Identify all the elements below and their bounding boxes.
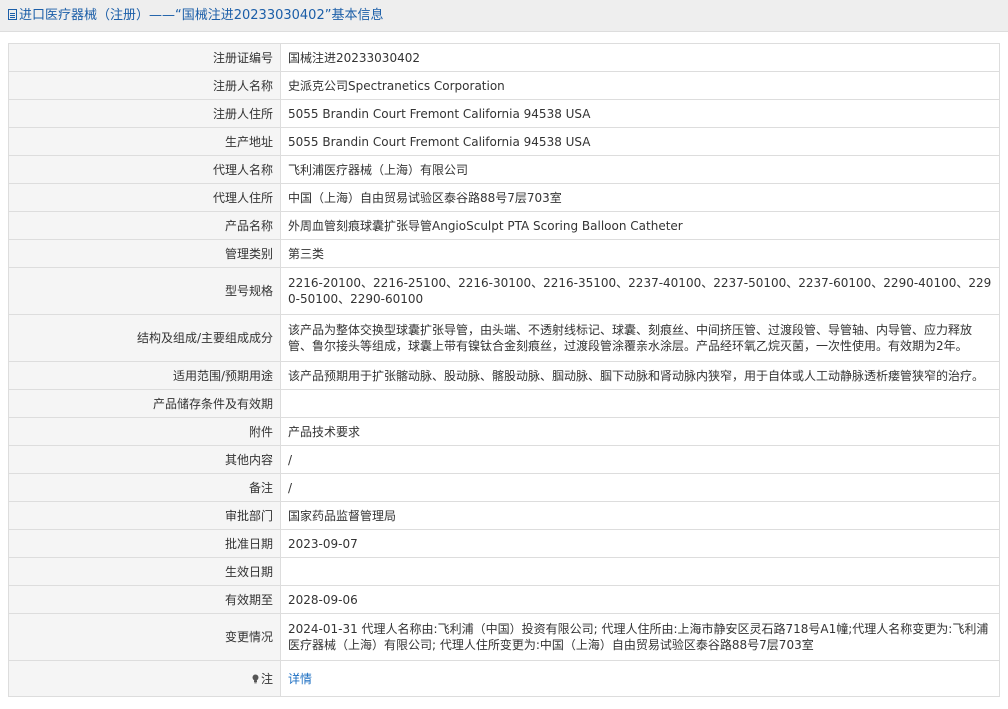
row-label: 生产地址	[8, 127, 281, 156]
row-value: 国家药品监督管理局	[280, 501, 1000, 530]
table-row-other: 其他内容 /	[8, 445, 1000, 474]
table-row-expiry-date: 有效期至 2028-09-06	[8, 585, 1000, 614]
row-label: 附件	[8, 417, 281, 446]
row-value: 外周血管刻痕球囊扩张导管AngioSculpt PTA Scoring Ball…	[280, 211, 1000, 240]
row-label: 结构及组成/主要组成成分	[8, 314, 281, 362]
row-value	[280, 389, 1000, 418]
row-label: 变更情况	[8, 613, 281, 661]
row-value: /	[280, 445, 1000, 474]
table-row-management-class: 管理类别 第三类	[8, 239, 1000, 268]
lightbulb-icon	[252, 674, 259, 683]
table-row-effective-date: 生效日期	[8, 557, 1000, 586]
row-value: 2024-01-31 代理人名称由:飞利浦（中国）投资有限公司; 代理人住所由:…	[280, 613, 1000, 661]
row-value: 飞利浦医疗器械（上海）有限公司	[280, 155, 1000, 184]
row-label: 代理人住所	[8, 183, 281, 212]
table-row-intended-use: 适用范围/预期用途 该产品预期用于扩张髂动脉、股动脉、髂股动脉、腘动脉、腘下动脉…	[8, 361, 1000, 390]
row-value: 史派克公司Spectranetics Corporation	[280, 71, 1000, 100]
row-value: 中国（上海）自由贸易试验区泰谷路88号7层703室	[280, 183, 1000, 212]
row-value: 2216-20100、2216-25100、2216-30100、2216-35…	[280, 267, 1000, 315]
table-row-agent-name: 代理人名称 飞利浦医疗器械（上海）有限公司	[8, 155, 1000, 184]
table-row-approval-dept: 审批部门 国家药品监督管理局	[8, 501, 1000, 530]
row-value: 产品技术要求	[280, 417, 1000, 446]
row-value: 5055 Brandin Court Fremont California 94…	[280, 127, 1000, 156]
table-row-product-name: 产品名称 外周血管刻痕球囊扩张导管AngioSculpt PTA Scoring…	[8, 211, 1000, 240]
row-label: 审批部门	[8, 501, 281, 530]
note-label: 注	[260, 671, 273, 686]
row-value: /	[280, 473, 1000, 502]
row-value: 2023-09-07	[280, 529, 1000, 558]
row-label: 备注	[8, 473, 281, 502]
table-row-registrant-name: 注册人名称 史派克公司Spectranetics Corporation	[8, 71, 1000, 100]
table-row-structure: 结构及组成/主要组成成分 该产品为整体交换型球囊扩张导管，由头端、不透射线标记、…	[8, 314, 1000, 362]
row-value: 该产品为整体交换型球囊扩张导管，由头端、不透射线标记、球囊、刻痕丝、中间挤压管、…	[280, 314, 1000, 362]
info-table: 注册证编号 国械注进20233030402 注册人名称 史派克公司Spectra…	[8, 43, 1000, 697]
row-value: 第三类	[280, 239, 1000, 268]
document-icon	[8, 9, 17, 20]
row-label: 型号规格	[8, 267, 281, 315]
table-row-approval-date: 批准日期 2023-09-07	[8, 529, 1000, 558]
details-link[interactable]: 详情	[288, 672, 312, 686]
row-label: 管理类别	[8, 239, 281, 268]
row-label: 其他内容	[8, 445, 281, 474]
row-label: 注册人住所	[8, 99, 281, 128]
table-row-registrant-address: 注册人住所 5055 Brandin Court Fremont Califor…	[8, 99, 1000, 128]
table-row-attachment: 附件 产品技术要求	[8, 417, 1000, 446]
table-row-reg-no: 注册证编号 国械注进20233030402	[8, 43, 1000, 72]
row-value: 2028-09-06	[280, 585, 1000, 614]
row-value: 该产品预期用于扩张髂动脉、股动脉、髂股动脉、腘动脉、腘下动脉和肾动脉内狭窄，用于…	[280, 361, 1000, 390]
row-value: 5055 Brandin Court Fremont California 94…	[280, 99, 1000, 128]
row-label: 批准日期	[8, 529, 281, 558]
note-value-cell: 详情	[280, 660, 1000, 697]
table-row-changes: 变更情况 2024-01-31 代理人名称由:飞利浦（中国）投资有限公司; 代理…	[8, 613, 1000, 661]
header-title-wrap: 进口医疗器械（注册）——“国械注进20233030402”基本信息	[8, 8, 383, 24]
table-row-storage: 产品储存条件及有效期	[8, 389, 1000, 418]
row-label: 代理人名称	[8, 155, 281, 184]
table-row-remarks: 备注 /	[8, 473, 1000, 502]
row-label: 有效期至	[8, 585, 281, 614]
row-label: 适用范围/预期用途	[8, 361, 281, 390]
page-header: 进口医疗器械（注册）——“国械注进20233030402”基本信息	[0, 0, 1008, 32]
table-row-model-spec: 型号规格 2216-20100、2216-25100、2216-30100、22…	[8, 267, 1000, 315]
row-label: 产品名称	[8, 211, 281, 240]
page-title: 进口医疗器械（注册）——“国械注进20233030402”基本信息	[19, 8, 384, 23]
row-value: 国械注进20233030402	[280, 43, 1000, 72]
row-label: 注册证编号	[8, 43, 281, 72]
row-label: 产品储存条件及有效期	[8, 389, 281, 418]
row-label: 生效日期	[8, 557, 281, 586]
table-row-note: 注 详情	[8, 660, 1000, 697]
row-value	[280, 557, 1000, 586]
row-label: 注册人名称	[8, 71, 281, 100]
table-row-production-address: 生产地址 5055 Brandin Court Fremont Californ…	[8, 127, 1000, 156]
note-label-cell: 注	[8, 660, 281, 697]
table-row-agent-address: 代理人住所 中国（上海）自由贸易试验区泰谷路88号7层703室	[8, 183, 1000, 212]
